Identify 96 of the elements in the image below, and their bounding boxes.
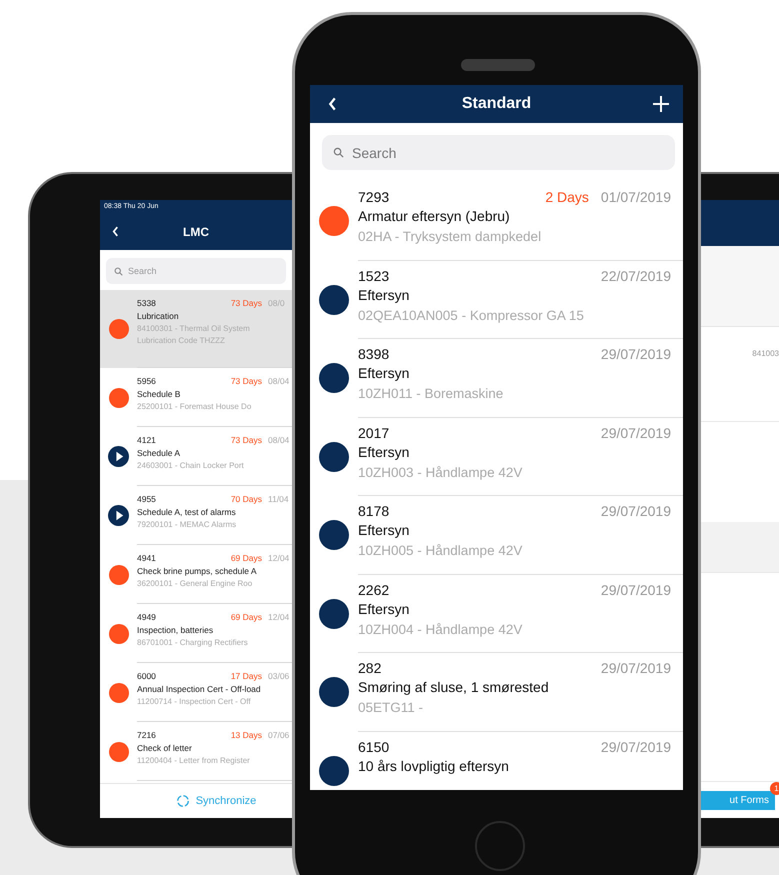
task-subtitle: 86701001 - Charging Rectifiers bbox=[137, 638, 249, 647]
back-icon[interactable] bbox=[112, 226, 119, 237]
task-title: Armatur eftersyn (Jebru) bbox=[358, 208, 511, 224]
due-date: 29/07/2019 bbox=[600, 424, 671, 440]
task-list-item[interactable]: 2017 29/07/2019 Eftersyn 10ZH003 - Håndlampe 42V bbox=[310, 418, 683, 496]
task-note: Lubrication Code THZZZ bbox=[137, 336, 226, 345]
task-title: Smøring af sluse, 1 smørested bbox=[358, 679, 550, 695]
days-label: 70 Days bbox=[230, 494, 262, 504]
due-date: 01/07/2019 bbox=[600, 189, 671, 205]
task-title: 10 års lovpligtig eftersyn bbox=[358, 758, 510, 774]
task-title: Schedule A, test of alarms bbox=[137, 507, 237, 517]
task-number: 8178 bbox=[358, 503, 390, 519]
plus-icon[interactable] bbox=[653, 96, 669, 112]
task-list-item[interactable]: 2262 29/07/2019 Eftersyn 10ZH004 - Håndlampe 42V bbox=[310, 574, 683, 653]
count-badge: 1 bbox=[770, 782, 779, 795]
task-number: 4955 bbox=[137, 494, 156, 504]
task-number: 6000 bbox=[137, 671, 156, 681]
task-title: Annual Inspection Cert - Off-load bbox=[137, 684, 262, 694]
days-label: 73 Days bbox=[230, 435, 262, 445]
task-subtitle: 02HA - Tryksystem dampkedel bbox=[358, 229, 542, 244]
task-number: 4949 bbox=[137, 612, 156, 622]
due-date: 08/04 bbox=[268, 376, 290, 386]
task-title: Eftersyn bbox=[358, 365, 410, 381]
task-number: 4121 bbox=[137, 435, 156, 445]
due-date: 29/07/2019 bbox=[600, 660, 671, 676]
task-title: Eftersyn bbox=[358, 600, 410, 616]
due-date: 29/07/2019 bbox=[600, 582, 671, 598]
search-icon bbox=[333, 147, 344, 158]
back-icon[interactable] bbox=[328, 97, 337, 111]
task-list-item[interactable]: 6150 29/07/2019 10 års lovpligtig eftersyn bbox=[310, 732, 683, 790]
task-subtitle: 10ZH011 - Boremaskine bbox=[358, 386, 504, 401]
due-date: 11/04 bbox=[268, 494, 290, 504]
task-subtitle: 10ZH004 - Håndlampe 42V bbox=[358, 622, 524, 636]
task-number: 1523 bbox=[358, 268, 390, 284]
days-label: 13 Days bbox=[230, 730, 262, 740]
days-label: 69 Days bbox=[230, 612, 262, 622]
task-list-item[interactable]: 1523 22/07/2019 Eftersyn 02QEA10AN005 - Kompressor GA 15 bbox=[310, 260, 683, 339]
task-title: Eftersyn bbox=[358, 286, 410, 302]
task-title: Inspection, batteries bbox=[137, 625, 214, 635]
task-title: Eftersyn bbox=[358, 522, 410, 538]
task-title: Schedule B bbox=[137, 389, 182, 399]
days-label: 17 Days bbox=[230, 671, 262, 681]
task-subtitle: 79200101 - MEMAC Alarms bbox=[137, 520, 238, 529]
task-list-item[interactable]: 8178 29/07/2019 Eftersyn 10ZH005 - Håndlampe 42V bbox=[310, 496, 683, 574]
task-list-item[interactable]: 8398 29/07/2019 Eftersyn 10ZH011 - Boremaskine bbox=[310, 339, 683, 418]
code-text: 841003 bbox=[752, 349, 779, 358]
play-icon bbox=[108, 505, 129, 526]
task-number: 2017 bbox=[358, 424, 390, 440]
task-number: 282 bbox=[358, 660, 382, 676]
due-date: 29/07/2019 bbox=[600, 503, 671, 519]
task-list-item[interactable]: 282 29/07/2019 Smøring af sluse, 1 smørested 05ETG11 - bbox=[310, 653, 683, 732]
due-date: 22/07/2019 bbox=[600, 268, 671, 284]
search-field[interactable]: Search bbox=[106, 258, 286, 284]
due-date: 03/06 bbox=[268, 671, 290, 681]
task-list-item[interactable]: 5338 73 Days 08/0 Lubrication 84100301 - Thermal Oil System Lubrication Code THZZZ bbox=[100, 290, 292, 368]
task-title: Eftersyn bbox=[358, 444, 410, 460]
due-date: 08/04 bbox=[268, 435, 290, 445]
screen-title: LMC bbox=[183, 224, 209, 238]
days-label: 73 Days bbox=[230, 298, 262, 308]
task-subtitle: 11200404 - Letter from Register bbox=[137, 756, 251, 765]
task-title: Lubrication bbox=[137, 311, 180, 321]
due-date: 12/04 bbox=[268, 553, 290, 563]
sync-icon bbox=[176, 794, 190, 808]
task-list-item[interactable]: 7293 2 Days 01/07/2019 Armatur eftersyn (Jebru) 02HA - Tryksystem dampkedel bbox=[310, 182, 683, 260]
task-subtitle: 36200101 - General Engine Roo bbox=[137, 579, 254, 588]
task-number: 7216 bbox=[137, 730, 156, 740]
task-title: Check brine pumps, schedule A bbox=[137, 566, 258, 576]
due-date: 07/06 bbox=[268, 730, 290, 740]
task-subtitle: 84100301 - Thermal Oil System bbox=[137, 324, 251, 333]
due-date: 12/04 bbox=[268, 612, 290, 622]
task-subtitle: 05ETG11 - bbox=[358, 700, 424, 715]
search-icon bbox=[114, 267, 123, 276]
days-label: 2 Days bbox=[545, 189, 589, 205]
due-date: 08/0 bbox=[268, 298, 286, 308]
task-subtitle: 25200101 - Foremast House Do bbox=[137, 402, 252, 411]
task-number: 5338 bbox=[137, 298, 156, 308]
task-number: 4941 bbox=[137, 553, 156, 563]
task-title: Check of letter bbox=[137, 743, 193, 753]
search-field[interactable]: Search bbox=[322, 135, 675, 170]
days-label: 69 Days bbox=[230, 553, 262, 563]
screen-title: Standard bbox=[462, 95, 532, 113]
task-subtitle: 11200714 - Inspection Cert - Off bbox=[137, 697, 252, 706]
task-number: 6150 bbox=[358, 738, 390, 754]
task-number: 8398 bbox=[358, 346, 390, 362]
task-subtitle: 10ZH003 - Håndlampe 42V bbox=[358, 464, 524, 480]
due-date: 29/07/2019 bbox=[600, 738, 671, 754]
task-subtitle: 10ZH005 - Håndlampe 42V bbox=[358, 543, 524, 558]
task-title: Schedule A bbox=[137, 448, 182, 458]
task-subtitle: 02QEA10AN005 - Kompressor GA 15 bbox=[358, 308, 585, 322]
play-icon bbox=[108, 446, 129, 467]
days-label: 73 Days bbox=[230, 376, 262, 386]
task-number: 5956 bbox=[137, 376, 156, 386]
task-number: 7293 bbox=[358, 189, 390, 205]
task-subtitle: 24603001 - Chain Locker Port bbox=[137, 461, 245, 470]
task-number: 2262 bbox=[358, 582, 390, 598]
due-date: 29/07/2019 bbox=[600, 346, 671, 362]
